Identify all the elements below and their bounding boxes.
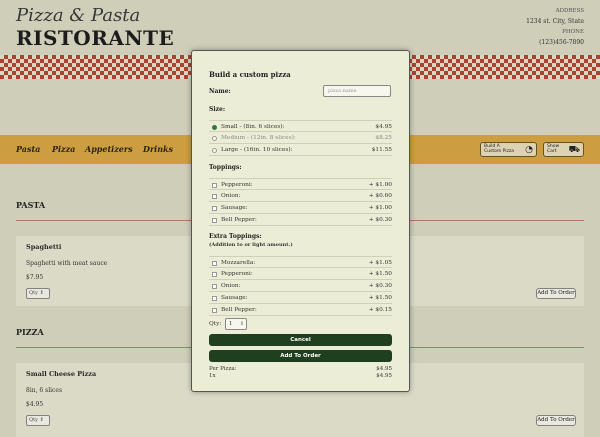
size-option-price: $11.55 (371, 147, 392, 153)
total-value: $4.95 (376, 373, 392, 379)
size-option-small[interactable]: Small - (8in. 6 slices): $4.95 (209, 120, 392, 132)
name-label: Name: (209, 88, 231, 95)
checkbox[interactable] (212, 217, 217, 223)
checkbox[interactable] (212, 271, 217, 277)
radio[interactable] (212, 135, 217, 141)
topping-label: Onion: (221, 193, 241, 199)
topping-price: + $0.60 (368, 193, 392, 199)
stepper-icon[interactable]: ⇕ (240, 319, 244, 329)
checkbox[interactable] (212, 260, 217, 266)
checkbox[interactable] (212, 193, 217, 199)
checkbox[interactable] (212, 205, 217, 211)
radio-selected[interactable] (212, 124, 217, 130)
per-pizza-value: $4.95 (376, 366, 392, 372)
size-option-medium[interactable]: Medium - (12in. 8 slices): $8.25 (209, 132, 392, 144)
extra-label: Onion: (221, 283, 241, 289)
extra-onion[interactable]: Onion: + $0.30 (209, 280, 392, 292)
extra-toppings-label: Extra Toppings: (209, 233, 262, 240)
extra-mozzarella[interactable]: Mozzarella: + $1.05 (209, 256, 392, 268)
topping-pepperoni[interactable]: Pepperoni: + $1.00 (209, 178, 392, 190)
cancel-button[interactable]: Cancel (209, 334, 392, 346)
topping-bell-pepper[interactable]: Bell Pepper: + $0.30 (209, 214, 392, 226)
topping-label: Sausage: (221, 205, 248, 211)
checkbox[interactable] (212, 307, 217, 313)
radio[interactable] (212, 147, 217, 153)
topping-price: + $0.30 (368, 217, 392, 223)
size-option-label: Medium - (12in. 8 slices): (221, 135, 296, 141)
modal-title: Build a custom pizza (209, 70, 291, 79)
extra-label: Sausage: (221, 295, 248, 301)
extra-sausage[interactable]: Sausage: + $1.50 (209, 292, 392, 304)
size-option-label: Large - (16in. 10 slices): (221, 147, 293, 153)
checkbox[interactable] (212, 182, 217, 188)
add-to-order-button[interactable]: Add To Order (209, 350, 392, 362)
extra-label: Bell Pepper: (221, 307, 257, 313)
extra-label: Pepperoni: (221, 271, 253, 277)
extra-price: + $0.30 (368, 283, 392, 289)
extra-pepperoni[interactable]: Pepperoni: + $1.50 (209, 268, 392, 280)
extra-toppings-note: (Addition to or light amount.) (209, 242, 293, 248)
topping-price: + $1.00 (368, 205, 392, 211)
topping-label: Bell Pepper: (221, 217, 257, 223)
modal-qty-value: 1 (229, 321, 233, 327)
pizza-name-input[interactable]: pizza name (323, 85, 391, 97)
extra-price: + $0.15 (368, 307, 392, 313)
topping-sausage[interactable]: Sausage: + $1.00 (209, 202, 392, 214)
modal-qty-label: Qty: (209, 321, 222, 327)
modal-qty-input[interactable]: 1 ⇕ (225, 318, 247, 330)
size-option-price: $8.25 (375, 135, 392, 141)
extra-price: + $1.50 (368, 271, 392, 277)
topping-onion[interactable]: Onion: + $0.60 (209, 190, 392, 202)
toppings-label: Toppings: (209, 164, 242, 171)
checkbox[interactable] (212, 295, 217, 301)
custom-pizza-modal: Build a custom pizza Name: pizza name Si… (191, 50, 410, 392)
checkbox[interactable] (212, 283, 217, 289)
extra-bell-pepper[interactable]: Bell Pepper: + $0.15 (209, 304, 392, 316)
multiplier-label: 1x (209, 373, 216, 379)
size-option-large[interactable]: Large - (16in. 10 slices): $11.55 (209, 144, 392, 156)
extra-price: + $1.50 (368, 295, 392, 301)
per-pizza-label: Per Pizza: (209, 366, 237, 372)
size-label: Size: (209, 106, 226, 113)
